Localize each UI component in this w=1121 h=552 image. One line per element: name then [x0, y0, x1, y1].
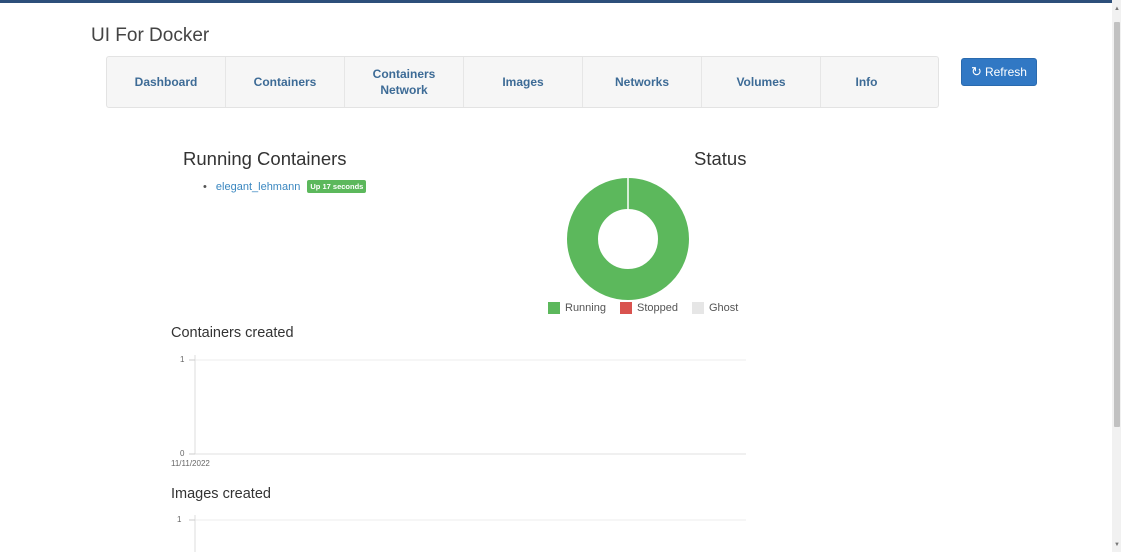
nav-volumes[interactable]: Volumes	[702, 57, 821, 107]
legend-item-stopped: Stopped	[619, 302, 678, 314]
vertical-scrollbar[interactable]: ▲ ▼	[1112, 0, 1121, 552]
refresh-button-label: Refresh	[984, 65, 1027, 79]
status-badge: Up 17 seconds	[307, 180, 367, 193]
images-created-title: Images created	[171, 486, 271, 502]
main-nav: Dashboard Containers Containers Network …	[106, 56, 939, 108]
nav-networks[interactable]: Networks	[583, 57, 702, 107]
legend-swatch-running	[548, 302, 560, 314]
nav-containers[interactable]: Containers	[226, 57, 345, 107]
running-container-item: • elegant_lehmann Up 17 seconds	[203, 180, 367, 193]
status-legend: Running Stopped Ghost	[548, 302, 752, 314]
nav-containers-network[interactable]: Containers Network	[345, 57, 464, 107]
legend-label-ghost: Ghost	[708, 302, 739, 314]
legend-swatch-stopped	[619, 302, 632, 314]
container-link[interactable]: elegant_lehmann	[216, 181, 300, 193]
legend-label-running: Running	[565, 302, 606, 314]
nav-images[interactable]: Images	[464, 57, 583, 107]
scroll-down-icon[interactable]: ▼	[1114, 542, 1120, 548]
legend-item-ghost: Ghost	[691, 302, 739, 314]
x-tick-label: 11/11/2022	[171, 459, 210, 468]
status-heading: Status	[694, 148, 747, 169]
scroll-thumb[interactable]	[1114, 22, 1120, 427]
legend-swatch-ghost	[691, 302, 704, 314]
refresh-button[interactable]: ↻ Refresh	[961, 58, 1037, 86]
containers-created-title: Containers created	[171, 325, 294, 341]
bullet-icon: •	[203, 181, 207, 193]
legend-label-stopped: Stopped	[636, 302, 678, 314]
containers-created-chart: 1 0 11/11/2022	[171, 355, 746, 468]
status-donut-chart	[567, 177, 689, 300]
y-tick-label-1: 1	[180, 355, 185, 364]
nav-dashboard[interactable]: Dashboard	[107, 57, 226, 107]
y-tick-label-1: 1	[177, 515, 182, 524]
scroll-up-icon[interactable]: ▲	[1114, 6, 1120, 12]
legend-item-running: Running	[548, 302, 606, 314]
refresh-icon: ↻	[971, 64, 982, 79]
app-title: UI For Docker	[91, 25, 210, 46]
running-containers-heading: Running Containers	[183, 148, 347, 169]
nav-info[interactable]: Info	[821, 57, 912, 107]
images-created-chart: 1	[177, 515, 746, 552]
top-border	[0, 0, 1112, 3]
y-tick-label-0: 0	[180, 449, 185, 458]
